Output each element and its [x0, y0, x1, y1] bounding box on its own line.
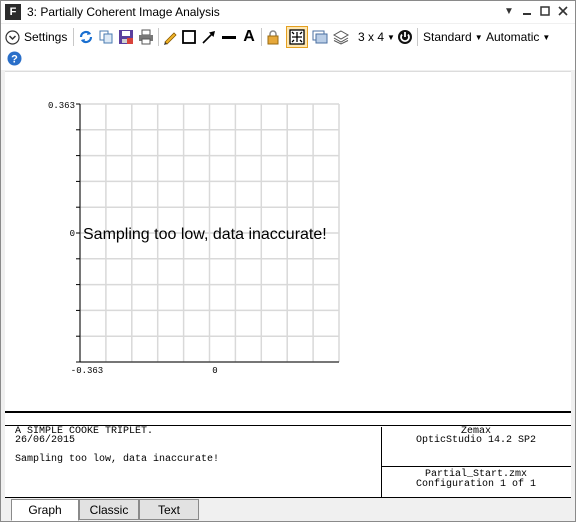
maximize-button[interactable]: [537, 3, 553, 19]
copy-icon: [99, 30, 113, 44]
y-tick-mid: 0: [70, 229, 75, 239]
toolbar-separator: [261, 28, 262, 46]
arrow-icon: [202, 31, 215, 44]
analysis-window: F 3: Partially Coherent Image Analysis ▼…: [0, 0, 576, 522]
text-tool-button[interactable]: A: [240, 28, 258, 46]
tab-classic[interactable]: Classic: [79, 499, 139, 520]
pencil-icon: [164, 32, 177, 45]
window-view-button[interactable]: [311, 28, 329, 46]
chevron-down-circle-icon: [5, 29, 20, 45]
standard-dropdown[interactable]: Standard ▼: [423, 28, 483, 46]
power-cycle-icon: [398, 30, 412, 44]
layers-icon: [333, 30, 349, 45]
help-icon: ?: [7, 51, 21, 65]
app-icon: F: [5, 4, 21, 20]
automatic-label: Automatic: [486, 30, 540, 44]
caret-down-icon: ▼: [474, 32, 483, 42]
plot-svg: 0.363 0 -0.363 0 Sampling too low, data …: [48, 101, 340, 376]
layout-label: 3 x 4: [358, 30, 385, 44]
zoom-box-button[interactable]: [286, 26, 308, 48]
close-button[interactable]: [555, 3, 571, 19]
tab-classic-label: Classic: [89, 502, 129, 517]
footer-version: OpticStudio 14.2 SP2: [415, 435, 537, 446]
x-tick-left: -0.363: [71, 366, 103, 376]
save-button[interactable]: [117, 28, 135, 46]
y-tick-top: 0.363: [48, 101, 75, 111]
window-title: 3: Partially Coherent Image Analysis: [27, 5, 220, 19]
toolbar-separator: [417, 28, 418, 46]
layers-button[interactable]: [332, 28, 350, 46]
rectangle-tool-button[interactable]: [180, 28, 198, 46]
tab-text[interactable]: Text: [139, 499, 199, 520]
line-icon: [222, 36, 236, 39]
line-tool-button[interactable]: [220, 28, 238, 46]
tab-graph[interactable]: Graph: [11, 499, 79, 521]
refresh-button[interactable]: [77, 28, 95, 46]
view-tabs: Graph Classic Text: [1, 499, 575, 521]
footer-message: Sampling too low, data inaccurate!: [15, 454, 220, 465]
footer-date: 26/06/2015: [15, 435, 76, 446]
settings-button[interactable]: Settings: [5, 28, 67, 46]
x-tick-mid: 0: [212, 366, 217, 376]
footer-configuration: Configuration 1 of 1: [415, 479, 537, 490]
pencil-tool-button[interactable]: [161, 28, 179, 46]
toolbar: Settings A 3 x 4 ▼ Standard ▼ Automatic …: [1, 24, 575, 70]
crosshair-box-icon: [289, 29, 305, 45]
window-stack-icon: [312, 30, 328, 44]
settings-label: Settings: [24, 30, 68, 44]
standard-label: Standard: [423, 30, 472, 44]
tab-graph-label: Graph: [28, 503, 62, 517]
caret-down-icon: ▼: [387, 32, 395, 42]
print-button[interactable]: [137, 28, 155, 46]
arrow-tool-button[interactable]: [200, 28, 218, 46]
tab-text-label: Text: [157, 502, 180, 517]
lock-icon: [267, 30, 279, 45]
rectangle-icon: [182, 30, 196, 44]
text-tool-icon: A: [243, 28, 255, 45]
copy-button[interactable]: [97, 28, 115, 46]
graph-area: 0.363 0 -0.363 0 Sampling too low, data …: [5, 71, 571, 411]
window-controls: ▼: [501, 3, 571, 19]
toolbar-separator: [73, 28, 74, 46]
footer-bottom-rule: [5, 497, 571, 498]
title-bar[interactable]: F 3: Partially Coherent Image Analysis ▼: [1, 1, 575, 23]
layout-dropdown[interactable]: 3 x 4 ▼: [358, 28, 395, 46]
auto-update-button[interactable]: [396, 28, 414, 46]
warning-message: Sampling too low, data inaccurate!: [83, 226, 327, 243]
info-footer: A SIMPLE COOKE TRIPLET. 26/06/2015 Sampl…: [5, 411, 571, 498]
automatic-dropdown[interactable]: Automatic ▼: [486, 28, 550, 46]
svg-text:?: ?: [11, 53, 18, 65]
minimize-button[interactable]: [519, 3, 535, 19]
lock-button[interactable]: [264, 28, 282, 46]
footer-divider-horizontal: [381, 466, 571, 467]
dropdown-arrow-icon[interactable]: ▼: [501, 3, 517, 19]
save-icon: [119, 30, 133, 44]
printer-icon: [139, 29, 153, 45]
caret-down-icon: ▼: [542, 32, 551, 42]
refresh-icon: [79, 30, 93, 44]
help-button[interactable]: ?: [6, 50, 22, 66]
toolbar-separator: [158, 28, 159, 46]
